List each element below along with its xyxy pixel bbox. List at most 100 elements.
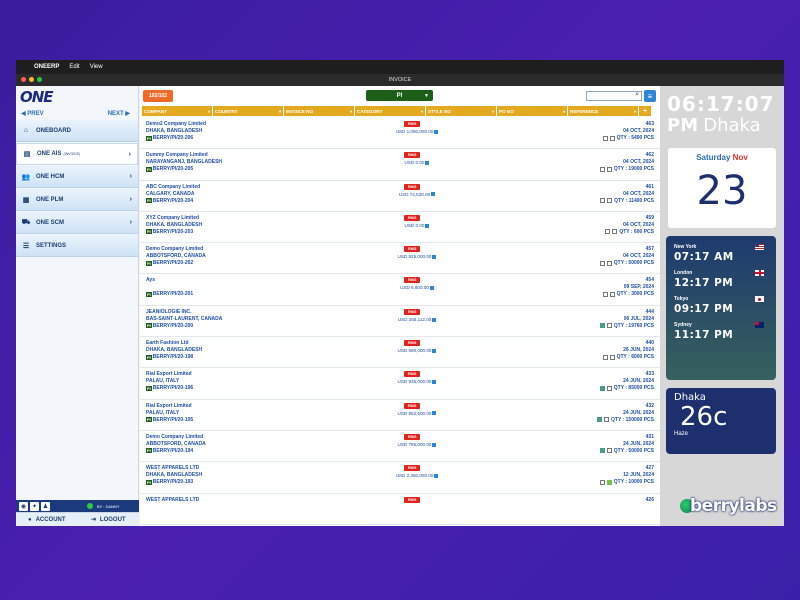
sidebar-item-one-ais[interactable]: ▤ ONE AIS (INVOICE) › [16, 143, 138, 165]
col-po-no[interactable]: PO NO ▾ [497, 106, 567, 116]
row-location: DHAKA, BANGLADESH [146, 472, 203, 479]
status-checkbox[interactable] [606, 260, 612, 266]
status-checkbox[interactable] [609, 135, 615, 141]
table-row[interactable]: JEANIOLOGIE INC. BAS-SAINT-LAURENT, CANAD… [140, 306, 660, 338]
document-icon[interactable] [425, 223, 430, 228]
invoice-type-select[interactable]: PI ▼ [366, 90, 433, 101]
logo[interactable]: ONE [16, 86, 138, 108]
row-invoice-ref[interactable]: PI BERRY/PI/20-205 [146, 166, 193, 172]
prev-button[interactable]: ◀ PREV [21, 110, 44, 117]
status-checkbox[interactable] [600, 198, 606, 204]
document-icon[interactable] [432, 380, 437, 385]
sidebar-item-oneboard[interactable]: ⌂ ONEBOARD [16, 120, 138, 142]
menubar-app-name[interactable]: ONEERP [34, 64, 59, 70]
menu-button[interactable]: ≡ [644, 90, 656, 102]
zoom-window-button[interactable] [37, 77, 42, 82]
close-window-button[interactable] [21, 77, 26, 82]
table-row[interactable]: Rial Export Limited PALAU, ITALY PI BERRY/P… [140, 368, 660, 400]
minimize-window-button[interactable] [29, 77, 34, 82]
user-icon[interactable]: ♟ [41, 501, 50, 511]
row-qty: QTY : 19000 PCS [599, 166, 654, 173]
row-invoice-ref[interactable]: PI BERRY/PI/20-202 [146, 260, 193, 266]
status-checkbox[interactable] [599, 479, 605, 485]
document-icon[interactable] [425, 161, 430, 166]
sidebar-item-settings[interactable]: ☰ SETTINGS [16, 235, 138, 257]
col-country[interactable]: COUNTRY ▾ [213, 106, 283, 116]
brand-logo: berrylabs [680, 496, 777, 516]
table-row[interactable]: XYZ Company Limited DHAKA, BANGLADESH PI BE… [140, 212, 660, 244]
menubar-edit[interactable]: Edit [69, 64, 79, 70]
table-row[interactable]: WEST APPARELS LTD DHAKA, BANGLADESH PI BERR… [140, 462, 660, 494]
document-icon[interactable] [431, 192, 436, 197]
status-checkbox[interactable] [606, 166, 612, 172]
account-button[interactable]: ● ACCOUNT [16, 513, 78, 526]
row-invoice-ref[interactable]: PI BERRY/PI/20-204 [146, 198, 193, 204]
row-invoice-ref[interactable]: PI BERRY/PI/20-194 [146, 448, 193, 454]
sidebar-item-one-hcm[interactable]: 👥 ONE HCM › [16, 166, 138, 188]
row-invoice-ref[interactable]: PI BERRY/PI/20-200 [146, 323, 193, 329]
col-reference[interactable]: REFERENCE ▾ [568, 106, 638, 116]
row-invoice-ref[interactable]: PI BERRY/PI/20-201 [146, 291, 193, 297]
col-company[interactable]: COMPANY ▾ [142, 106, 212, 116]
document-icon[interactable] [432, 317, 437, 322]
status-checkbox[interactable] [604, 417, 609, 423]
next-button[interactable]: NEXT ▶ [108, 110, 130, 117]
status-checkbox[interactable] [597, 417, 602, 423]
status-checkbox[interactable] [599, 385, 605, 391]
row-amount: USD 2,350,000.00 [374, 473, 460, 478]
sidebar-item-one-plm[interactable]: ▦ ONE PLM › [16, 189, 138, 211]
table-row[interactable]: Dummy Company Limited NARAYANGANJ, BANGLA… [140, 149, 660, 181]
status-checkbox[interactable] [607, 198, 613, 204]
menubar-view[interactable]: View [90, 64, 103, 70]
add-button[interactable]: + [639, 106, 651, 116]
row-invoice-ref[interactable]: PI BERRY/PI/20-195 [146, 417, 193, 423]
table-row[interactable]: Demo Company Limited ABBOTSFORD, CANADA PI… [140, 431, 660, 463]
document-icon[interactable] [434, 474, 439, 479]
sidebar-item-one-scm[interactable]: ⛟ ONE SCM › [16, 212, 138, 234]
logout-button[interactable]: ⇥ LOGOUT [78, 513, 140, 526]
row-qty: QTY : 11400 PCS [600, 198, 654, 204]
table-row[interactable]: Ays PI BERRY/PI/20-201 RMG USD 6,600.00 454 09… [140, 274, 660, 306]
table-row[interactable]: ABC Company Limited CALGARY, CANADA PI BERR… [140, 181, 660, 212]
status-checkbox[interactable] [599, 448, 605, 454]
row-invoice-ref[interactable]: PI BERRY/PI/20-203 [146, 229, 193, 235]
category-badge: RMG [404, 402, 421, 409]
table-row[interactable]: Earth Fashion Ltd DHAKA, BANGLADESH PI BERR… [140, 337, 660, 369]
status-checkbox[interactable] [605, 229, 611, 235]
col-invoice-no[interactable]: INVOICE NO ▾ [284, 106, 354, 116]
status-checkbox[interactable] [599, 260, 605, 266]
status-checkbox[interactable] [602, 354, 608, 360]
status-checkbox[interactable] [609, 291, 615, 297]
document-icon[interactable] [432, 442, 437, 447]
document-icon[interactable] [434, 129, 439, 134]
document-icon[interactable] [432, 348, 437, 353]
caret-down-icon: ▾ [491, 108, 494, 114]
table-row[interactable]: WEST APPARELS LTD RMG 426 [140, 494, 660, 525]
eye-icon[interactable]: ◉ [19, 501, 28, 511]
col-style-no[interactable]: STYLE NO ▾ [426, 106, 496, 116]
row-invoice-ref[interactable]: PI BERRY/PI/20-193 [146, 479, 193, 485]
table-row[interactable]: Demo Company Limited ABBOTSFORD, CANADA PI… [140, 243, 660, 275]
document-icon[interactable] [429, 286, 434, 291]
document-icon[interactable] [432, 254, 437, 259]
status-checkbox[interactable] [606, 448, 612, 454]
status-checkbox[interactable] [599, 166, 605, 172]
table-row[interactable]: Demo2 Company Limited DHAKA, BANGLADESH PI… [140, 118, 660, 150]
status-checkbox[interactable] [606, 385, 612, 391]
document-icon[interactable] [432, 411, 437, 416]
status-checkbox[interactable] [606, 323, 612, 329]
status-checkbox[interactable] [602, 291, 608, 297]
row-qty-text: QTY : 19000 PCS [613, 166, 654, 173]
status-checkbox[interactable] [609, 354, 615, 360]
search-input[interactable]: ⌕ [586, 91, 642, 101]
table-row[interactable]: Rial Export Limited PALAU, ITALY PI BERRY/P… [140, 400, 660, 431]
status-checkbox[interactable] [612, 229, 618, 235]
bulb-icon[interactable]: ✦ [30, 501, 39, 511]
status-checkbox[interactable] [599, 323, 605, 329]
row-invoice-ref[interactable]: PI BERRY/PI/20-206 [146, 135, 193, 141]
status-checkbox[interactable] [606, 479, 612, 485]
status-checkbox[interactable] [602, 135, 608, 141]
col-category[interactable]: CATEGORY ▾ [355, 106, 425, 116]
row-invoice-ref[interactable]: PI BERRY/PI/20-196 [146, 385, 193, 391]
row-invoice-ref[interactable]: PI BERRY/PI/20-198 [146, 354, 193, 360]
